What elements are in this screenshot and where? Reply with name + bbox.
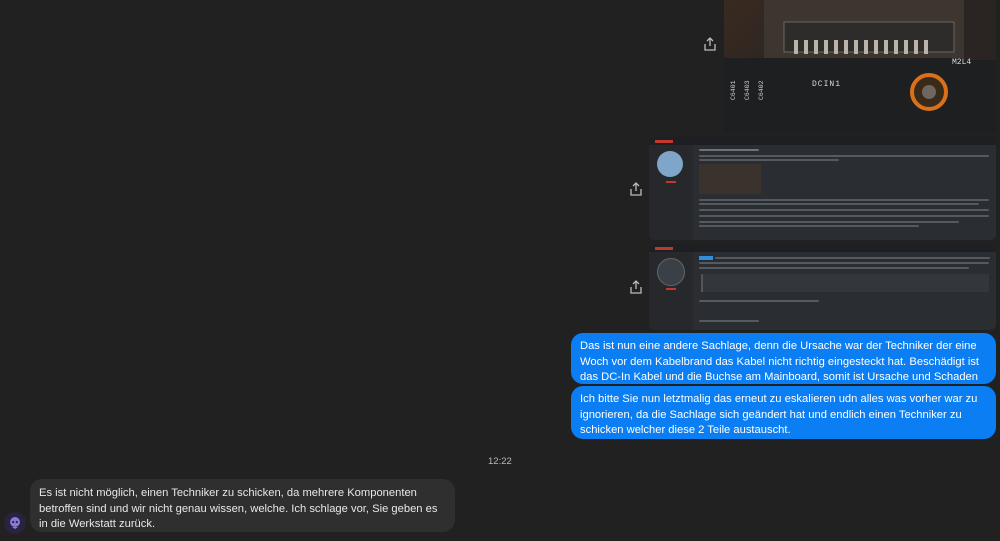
share-icon[interactable]	[701, 35, 719, 53]
forum-screenshot-1[interactable]	[649, 137, 996, 240]
message-timestamp: 12:22	[488, 456, 512, 467]
outgoing-message: Ich bitte Sie nun letztmalig das erneut …	[571, 386, 996, 439]
incoming-message: Es ist nicht möglich, einen Techniker zu…	[30, 479, 455, 532]
cap-label-3: C6402	[758, 80, 765, 100]
cap-label-2: C6403	[744, 80, 751, 100]
cap-label-1: C6401	[730, 80, 737, 100]
board-label: DCIN1	[812, 80, 842, 89]
mainboard-photo[interactable]: DCIN1 M2L4 C6401 C6403 C6402	[724, 0, 996, 133]
share-icon[interactable]	[627, 180, 645, 198]
forum-screenshot-2[interactable]	[649, 244, 996, 330]
share-icon[interactable]	[627, 278, 645, 296]
assistant-avatar-icon	[4, 512, 26, 534]
board-marking: M2L4	[952, 58, 972, 67]
outgoing-message: Das ist nun eine andere Sachlage, denn d…	[571, 333, 996, 399]
